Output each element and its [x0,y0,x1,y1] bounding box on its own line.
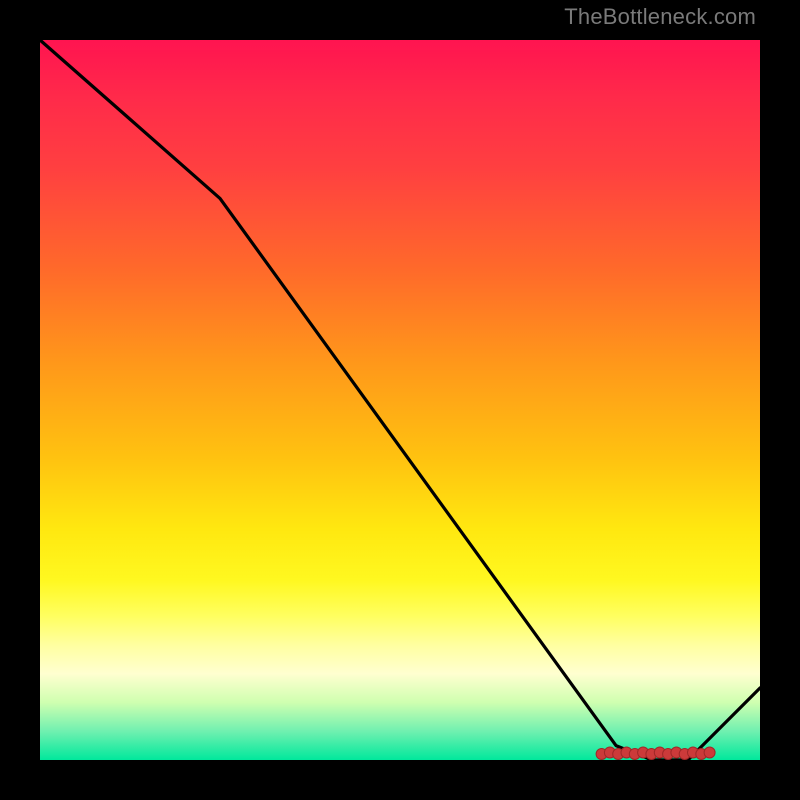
optimal-band-dots [596,747,715,760]
watermark-text: TheBottleneck.com [564,4,756,30]
chart-frame [40,40,760,760]
bottleneck-curve [40,40,760,760]
chart-overlay-svg [40,40,760,760]
optimal-dot [704,747,715,758]
